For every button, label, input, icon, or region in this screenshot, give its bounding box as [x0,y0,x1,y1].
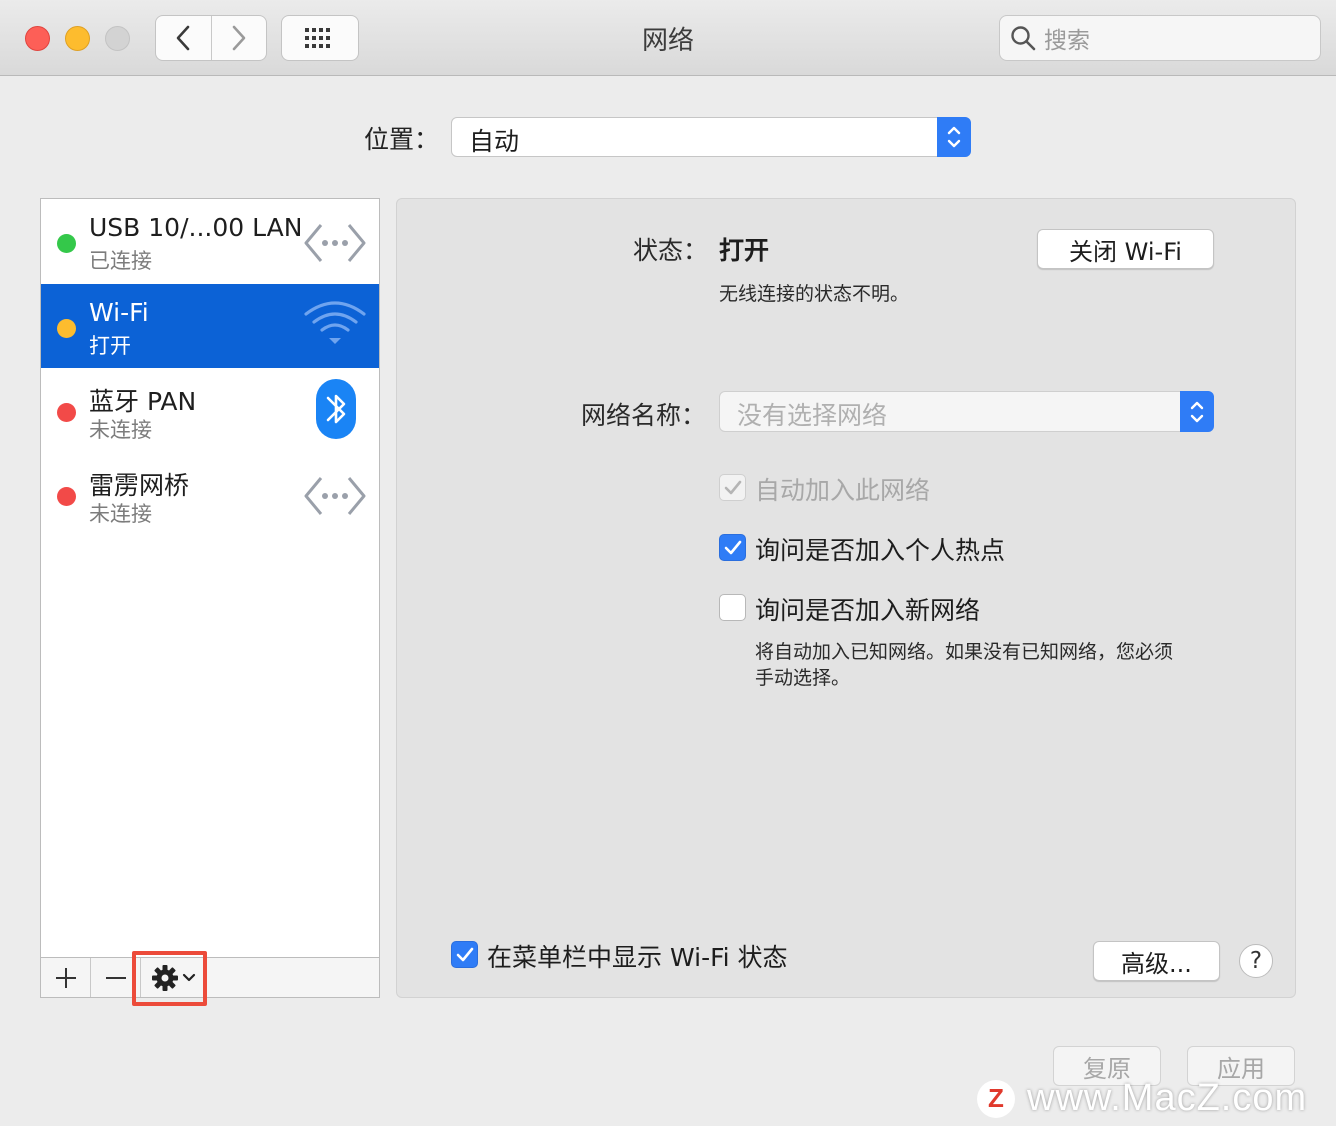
chevron-down-icon [182,973,196,981]
service-item-bluetooth-pan[interactable]: 蓝牙 PAN 未连接 [41,368,379,452]
checkmark-icon [724,540,741,554]
status-label: 状态： [633,236,709,265]
minus-icon [105,976,126,979]
show-all-button[interactable] [281,15,359,61]
checkmark-icon [724,480,741,494]
service-status: 打开 [89,334,131,358]
updown-chevron-icon [1190,401,1204,422]
chevron-right-icon [232,25,246,51]
search-field[interactable]: 搜索 [999,15,1321,61]
service-list: USB 10/...00 LAN 已连接 Wi-Fi 打开 蓝牙 PAN 未连接… [40,198,380,998]
forward-button[interactable] [210,16,267,60]
status-dot [57,487,76,506]
close-window-button[interactable] [25,26,50,51]
zoom-window-button[interactable] [105,26,130,51]
network-name-select[interactable]: 没有选择网络 [719,391,1214,432]
navigation-buttons [155,15,267,61]
wifi-icon [304,301,366,344]
checkmark-icon [456,947,473,961]
ask-hotspot-label: 询问是否加入个人热点 [755,536,1006,565]
status-value: 打开 [719,236,770,265]
network-name-label: 网络名称： [581,401,707,430]
watermark: Z www.MacZ.com [977,1077,1307,1120]
ethernet-icon [304,477,366,515]
minimize-window-button[interactable] [65,26,90,51]
network-name-placeholder: 没有选择网络 [737,401,888,430]
status-dot [57,234,76,253]
service-name: 蓝牙 PAN [89,387,197,416]
status-dot [57,319,76,338]
wifi-detail-panel: 状态： 打开 无线连接的状态不明。 关闭 Wi-Fi 网络名称： 没有选择网络 … [396,198,1296,998]
title-bar: 网络 搜索 [0,0,1336,76]
ethernet-icon [304,224,366,262]
grid-icon [305,28,330,48]
turn-off-wifi-button[interactable]: 关闭 Wi-Fi [1037,229,1214,269]
ask-hotspot-checkbox[interactable] [719,534,746,561]
location-select[interactable]: 自动 [451,117,971,157]
service-status: 未连接 [89,418,152,442]
ask-new-network-checkbox[interactable] [719,594,746,621]
bluetooth-icon [316,379,356,439]
service-item-wifi[interactable]: Wi-Fi 打开 [41,284,379,368]
updown-chevron-icon [947,126,961,148]
gear-icon [152,964,178,991]
chevron-left-icon [176,25,190,51]
service-list-toolbar [41,957,379,997]
ask-new-network-description-1: 将自动加入已知网络。如果没有已知网络，您必须 [755,641,1174,663]
status-dot [57,403,76,422]
location-label: 位置： [364,125,440,154]
plus-icon [55,967,76,988]
service-item-usb-lan[interactable]: USB 10/...00 LAN 已连接 [41,199,379,283]
advanced-button[interactable]: 高级... [1093,941,1220,981]
add-service-button[interactable] [41,958,91,997]
auto-join-label: 自动加入此网络 [755,476,931,505]
ask-new-network-label: 询问是否加入新网络 [755,596,981,625]
watermark-logo: Z [977,1079,1015,1118]
back-button[interactable] [156,16,211,60]
search-icon [1011,26,1036,51]
network-name-stepper[interactable] [1180,391,1214,432]
service-status: 已连接 [89,249,152,273]
service-name: USB 10/...00 LAN [89,213,303,242]
watermark-text: www.MacZ.com [1027,1077,1308,1119]
ask-new-network-description-2: 手动选择。 [755,667,851,689]
show-in-menubar-checkbox[interactable] [451,941,478,968]
auto-join-checkbox[interactable] [719,474,746,501]
status-description: 无线连接的状态不明。 [719,283,910,305]
service-status: 未连接 [89,502,152,526]
location-stepper[interactable] [937,117,971,157]
service-name: 雷雳网桥 [89,471,190,500]
action-menu-button[interactable] [141,958,207,997]
remove-service-button[interactable] [91,958,141,997]
service-item-thunderbolt-bridge[interactable]: 雷雳网桥 未连接 [41,452,379,536]
search-placeholder: 搜索 [1044,28,1090,54]
help-button[interactable]: ? [1239,944,1273,978]
location-value: 自动 [469,127,520,156]
show-in-menubar-label: 在菜单栏中显示 Wi-Fi 状态 [487,943,788,972]
service-name: Wi-Fi [89,298,149,327]
